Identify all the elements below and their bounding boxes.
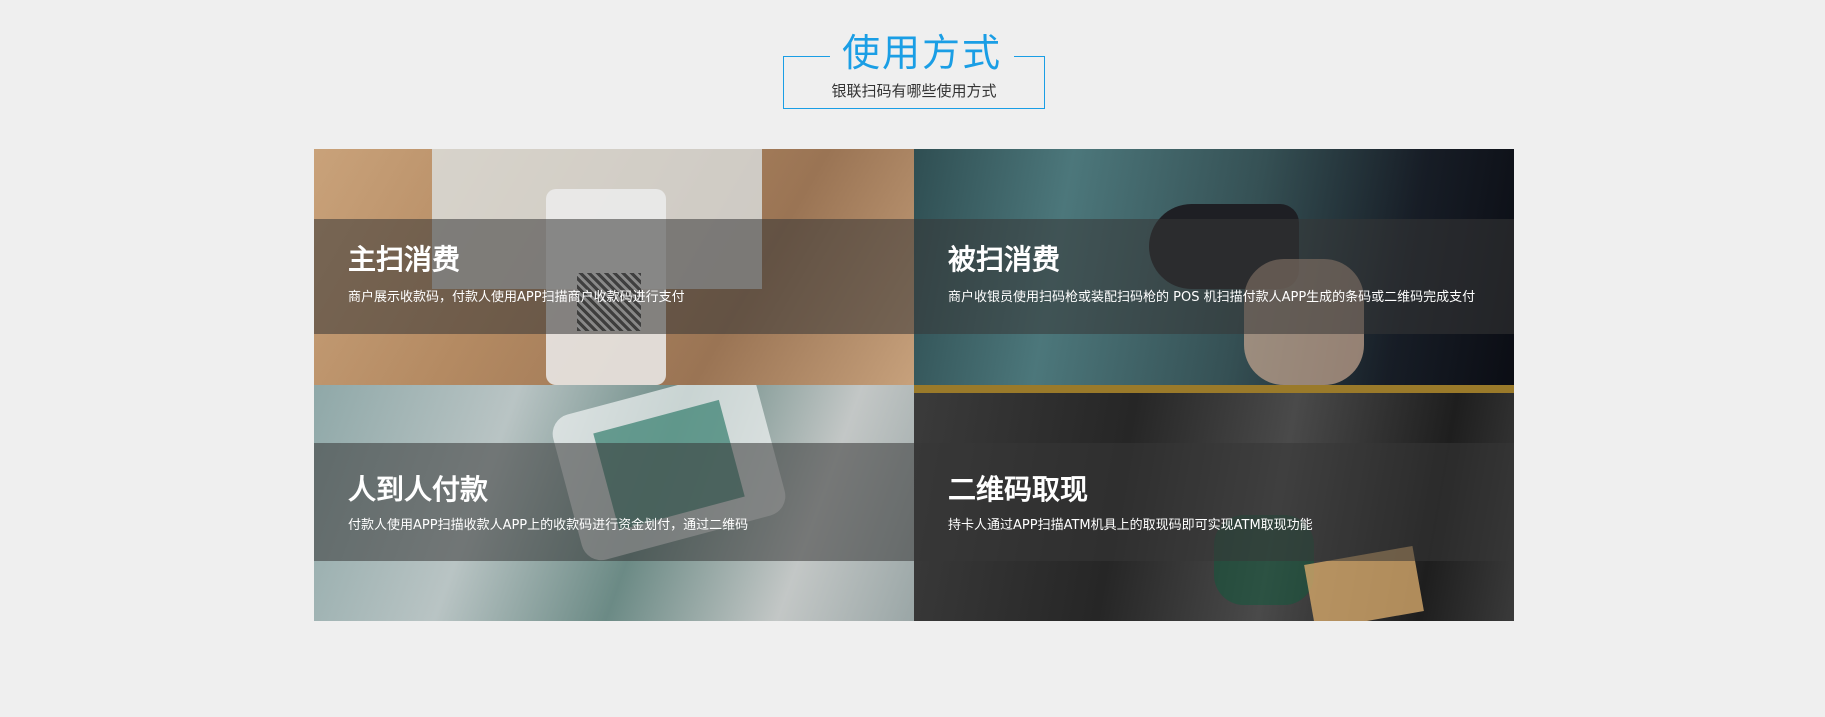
- card-merchant-scan[interactable]: 主扫消费 商户展示收款码，付款人使用APP扫描商户收款码进行支付: [314, 149, 914, 385]
- card-title: 人到人付款: [348, 473, 489, 506]
- card-title: 被扫消费: [948, 243, 1061, 276]
- card-description: 商户收银员使用扫码枪或装配扫码枪的 POS 机扫描付款人APP生成的条码或二维码…: [948, 290, 1476, 305]
- card-p2p-payment[interactable]: 人到人付款 付款人使用APP扫描收款人APP上的收款码进行资金划付，通过二维码: [314, 385, 914, 621]
- usage-grid: 主扫消费 商户展示收款码，付款人使用APP扫描商户收款码进行支付 被扫消费 商户…: [314, 149, 1514, 621]
- card-passive-scan[interactable]: 被扫消费 商户收银员使用扫码枪或装配扫码枪的 POS 机扫描付款人APP生成的条…: [914, 149, 1514, 385]
- section-header: 使用方式 银联扫码有哪些使用方式: [0, 0, 1825, 130]
- card-description: 持卡人通过APP扫描ATM机具上的取现码即可实现ATM取现功能: [948, 518, 1313, 533]
- section-title: 使用方式: [830, 30, 1014, 76]
- card-description: 商户展示收款码，付款人使用APP扫描商户收款码进行支付: [348, 290, 685, 305]
- gold-divider: [914, 385, 1514, 393]
- card-title: 二维码取现: [948, 473, 1089, 506]
- card-description: 付款人使用APP扫描收款人APP上的收款码进行资金划付，通过二维码: [348, 518, 749, 533]
- section-subtitle: 银联扫码有哪些使用方式: [831, 82, 997, 100]
- card-qr-withdrawal[interactable]: 二维码取现 持卡人通过APP扫描ATM机具上的取现码即可实现ATM取现功能: [914, 385, 1514, 621]
- card-title: 主扫消费: [348, 243, 461, 276]
